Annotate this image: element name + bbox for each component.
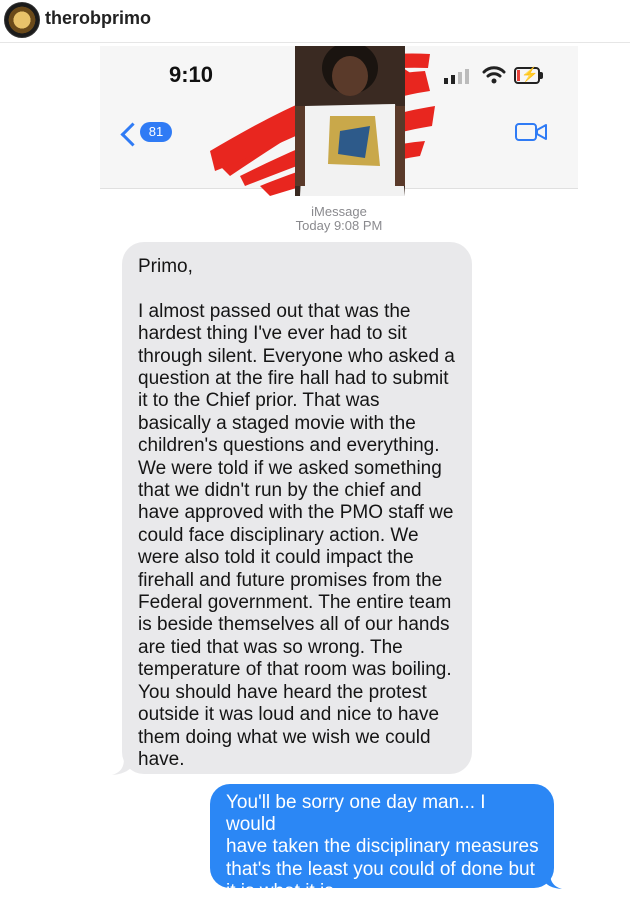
message-line: children's questions and everything. (138, 435, 440, 457)
message-line: Federal government. The entire team (138, 592, 452, 614)
message-line: have. (138, 748, 185, 770)
battery-charging-icon: ⚡ (514, 66, 543, 84)
message-line: We were told if we asked something (138, 457, 442, 479)
message-line: is beside themselves all of our hands (138, 614, 450, 636)
message-line: basically a staged movie with the (138, 412, 416, 434)
sent-message-bubble[interactable]: You'll be sorry one day man... I would h… (210, 784, 554, 902)
message-line: it to the Chief prior. That was (138, 390, 380, 412)
unread-count-badge: 81 (140, 122, 172, 142)
message-timestamp: Today 9:08 PM (295, 218, 383, 233)
received-message-bubble[interactable]: Primo, I almost passed out that was the … (122, 242, 472, 774)
status-icons: ⚡ (434, 64, 544, 86)
contact-avatar[interactable] (200, 46, 440, 206)
message-line: were also told it could impact the (138, 547, 414, 569)
message-line: You should have heard the protest (138, 681, 427, 703)
message-line: are tied that was so wrong. The (138, 636, 403, 658)
message-line: have approved with the PMO staff we (138, 502, 454, 524)
imessage-screenshot: 9:10 ⚡ 81 iMessage Today 9:08 PM Primo, … (100, 46, 578, 902)
service-label: iMessage (311, 204, 367, 219)
message-line: that's the least you could of done but (226, 858, 535, 880)
message-greeting: Primo, (138, 256, 193, 277)
profile-username[interactable]: therobprimo (45, 8, 151, 29)
message-line: through silent. Everyone who asked a (138, 345, 455, 367)
instagram-header: therobprimo (0, 0, 630, 43)
message-line: I almost passed out that was the (138, 300, 411, 322)
profile-avatar[interactable] (4, 2, 40, 38)
video-camera-icon[interactable] (514, 120, 548, 144)
message-line: You'll be sorry one day man... I would (226, 792, 486, 836)
message-line: temperature of that room was boiling. (138, 659, 452, 681)
back-button[interactable]: 81 (120, 120, 180, 150)
received-message-lines: I almost passed out that was the hardest… (138, 301, 456, 772)
wifi-icon (482, 66, 506, 84)
cellular-signal-icon (444, 69, 469, 84)
message-line: hardest thing I've ever had to sit (138, 323, 407, 345)
person-photo (295, 46, 405, 196)
message-line: have taken the disciplinary measures (226, 836, 539, 858)
message-line: firehall and future promises from the (138, 569, 443, 591)
message-line: could face disciplinary action. We (138, 524, 419, 546)
message-line: that we didn't run by the chief and (138, 480, 422, 502)
message-line: question at the fire hall had to submit (138, 368, 449, 390)
message-line: outside it was loud and nice to have (138, 704, 440, 726)
message-line: them doing what we wish we could (138, 726, 431, 748)
